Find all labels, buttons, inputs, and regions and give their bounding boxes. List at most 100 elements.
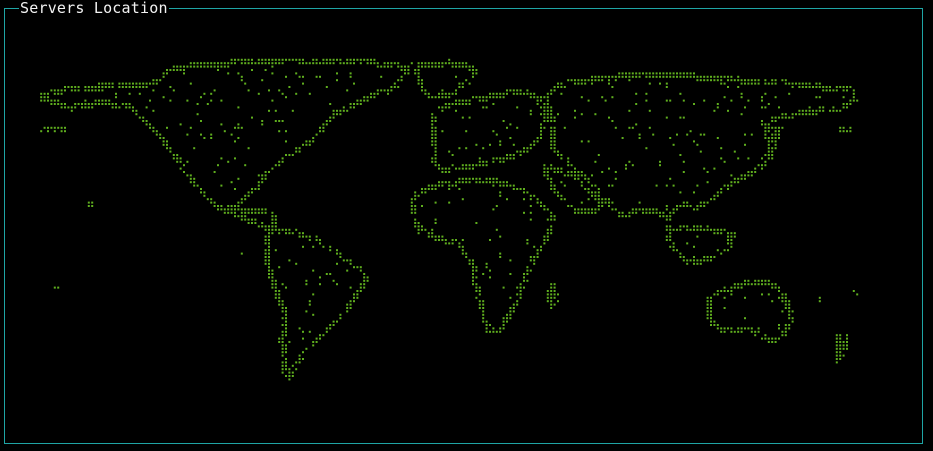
map-dot xyxy=(635,75,638,78)
map-dot xyxy=(631,126,634,129)
map-dot xyxy=(485,164,488,167)
map-dot xyxy=(489,269,491,272)
map-dot xyxy=(635,208,638,211)
map-dot xyxy=(560,82,563,85)
map-dot xyxy=(533,92,536,95)
map-dot xyxy=(682,160,685,163)
map-dot xyxy=(574,116,576,119)
map-dot xyxy=(703,228,706,231)
map-dot xyxy=(516,303,519,306)
map-dot xyxy=(319,239,321,241)
map-dot xyxy=(781,126,784,129)
map-dot xyxy=(767,82,770,85)
map-dot xyxy=(278,293,281,296)
map-dot xyxy=(346,58,349,61)
map-dot xyxy=(189,82,192,85)
map-dot xyxy=(662,72,665,75)
map-dot xyxy=(223,211,226,214)
map-dot xyxy=(699,262,702,265)
map-dot xyxy=(784,307,787,309)
map-dot xyxy=(329,249,332,252)
map-dot xyxy=(125,103,128,105)
map-dot xyxy=(492,184,495,187)
map-dot xyxy=(672,249,675,252)
map-dot xyxy=(740,330,743,333)
map-dot xyxy=(489,143,491,146)
map-dot xyxy=(70,109,73,112)
map-dot xyxy=(546,109,549,112)
map-dot xyxy=(237,126,240,129)
map-dot xyxy=(550,290,553,292)
map-dot xyxy=(482,320,485,323)
map-dot xyxy=(237,208,240,211)
map-dot xyxy=(288,228,291,231)
map-dot xyxy=(298,58,301,61)
map-dot xyxy=(839,341,842,343)
map-dot xyxy=(604,201,607,204)
map-dot xyxy=(468,167,471,170)
map-dot xyxy=(597,75,600,78)
map-dot xyxy=(625,164,627,167)
map-dot xyxy=(529,259,532,262)
map-dot xyxy=(750,327,753,330)
map-dot xyxy=(186,160,189,163)
map-dot xyxy=(842,130,845,133)
map-dot xyxy=(441,171,444,173)
map-dot xyxy=(108,99,111,102)
map-dot xyxy=(230,133,233,136)
map-dot xyxy=(574,208,576,211)
map-dot xyxy=(543,164,546,167)
map-dot xyxy=(302,58,304,61)
map-dot xyxy=(764,279,767,282)
map-dot xyxy=(210,62,213,65)
map-dot xyxy=(472,279,474,282)
map-dot xyxy=(506,317,508,320)
map-dot xyxy=(325,327,328,330)
map-dot xyxy=(135,86,138,88)
map-dot xyxy=(234,211,236,214)
map-dot xyxy=(285,307,287,309)
map-dot xyxy=(550,92,553,95)
map-dot xyxy=(492,330,495,333)
map-dot xyxy=(210,92,213,95)
map-dot xyxy=(40,130,43,133)
map-dot xyxy=(546,103,549,105)
map-dot xyxy=(210,137,213,139)
map-dot xyxy=(723,82,726,85)
map-dot xyxy=(492,208,495,211)
map-dot xyxy=(839,347,842,350)
map-dot xyxy=(516,300,519,303)
map-dot xyxy=(60,92,63,95)
map-dot xyxy=(47,92,49,95)
map-dot xyxy=(774,140,777,143)
map-dot xyxy=(203,191,206,194)
map-dot xyxy=(540,133,542,136)
map-dot xyxy=(458,177,461,180)
map-dot xyxy=(812,109,814,112)
map-dot xyxy=(220,208,223,211)
map-dot xyxy=(373,92,376,95)
map-dot xyxy=(546,228,549,231)
map-dot xyxy=(220,184,223,187)
map-dot xyxy=(431,184,434,187)
map-dot xyxy=(778,324,780,326)
map-dot xyxy=(346,303,349,306)
map-dot xyxy=(281,337,284,340)
map-dot xyxy=(608,198,610,201)
map-dot xyxy=(295,150,298,153)
map-dot xyxy=(244,215,247,218)
map-dot xyxy=(706,171,709,173)
map-dot xyxy=(353,58,355,61)
map-dot xyxy=(662,211,665,214)
map-dot xyxy=(176,65,179,68)
map-dot xyxy=(356,296,359,299)
map-dot xyxy=(257,181,260,184)
map-dot xyxy=(733,283,736,286)
map-dot xyxy=(145,82,148,85)
map-dot xyxy=(166,69,168,71)
map-dot xyxy=(587,181,590,184)
map-dot xyxy=(189,174,192,177)
map-dot xyxy=(166,126,168,129)
map-dot xyxy=(560,92,563,95)
map-dot xyxy=(427,65,430,68)
